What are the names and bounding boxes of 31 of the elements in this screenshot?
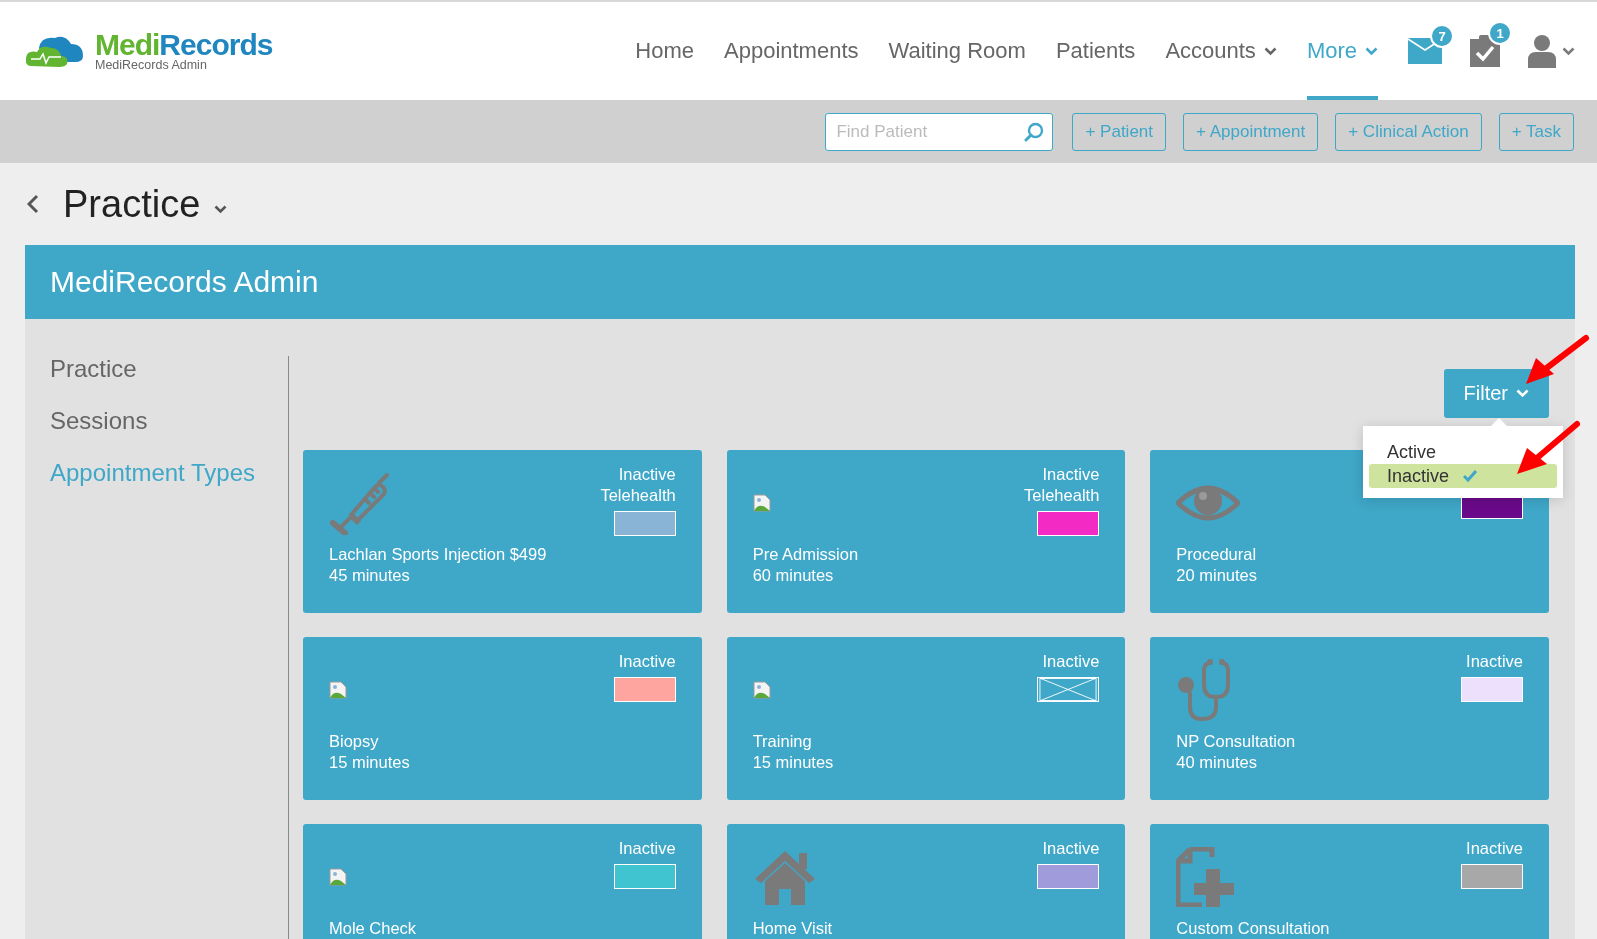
status-label: Inactive: [618, 464, 676, 485]
duration-text: 45 minutes: [329, 565, 411, 586]
duration-text: 20 minutes: [1176, 565, 1259, 586]
appointment-type-name: Procedural: [1176, 544, 1258, 565]
brand-name: MediRecords: [95, 30, 273, 60]
status-label: Inactive: [1042, 651, 1100, 672]
appointment-type-name: Pre Admission: [752, 544, 860, 565]
appointment-type-name: NP Consultation: [1176, 731, 1297, 752]
status-label: Inactive: [618, 651, 676, 672]
status-label: Inactive: [618, 838, 676, 859]
status-label: Telehealth: [1024, 485, 1100, 506]
duration-text: 15 minutes: [329, 752, 411, 773]
status-label: Inactive: [1466, 651, 1523, 672]
count-badge: 1: [1488, 21, 1512, 45]
brand-subtitle: MediRecords Admin: [95, 58, 208, 72]
status-label: Telehealth: [600, 485, 676, 506]
status-label: Inactive: [1042, 838, 1100, 859]
duration-text: 40 minutes: [1176, 752, 1259, 773]
section-banner: MediRecords Admin: [25, 245, 1575, 319]
appointment-type-name: Lachlan Sports Injection $499: [329, 544, 548, 565]
appointment-type-name: Home Visit: [752, 918, 834, 939]
page-title: Practice: [63, 182, 201, 226]
status-label: Inactive: [1042, 464, 1100, 485]
appointment-type-name: Training: [752, 731, 813, 752]
appointment-type-name: Mole Check: [329, 918, 418, 939]
duration-text: 15 minutes: [752, 752, 835, 773]
appointment-type-name: Biopsy: [329, 731, 380, 752]
appointment-type-name: Custom Consultation: [1176, 918, 1331, 939]
duration-text: 60 minutes: [752, 565, 835, 586]
count-badge: 7: [1430, 24, 1454, 48]
status-label: Inactive: [1466, 838, 1523, 859]
